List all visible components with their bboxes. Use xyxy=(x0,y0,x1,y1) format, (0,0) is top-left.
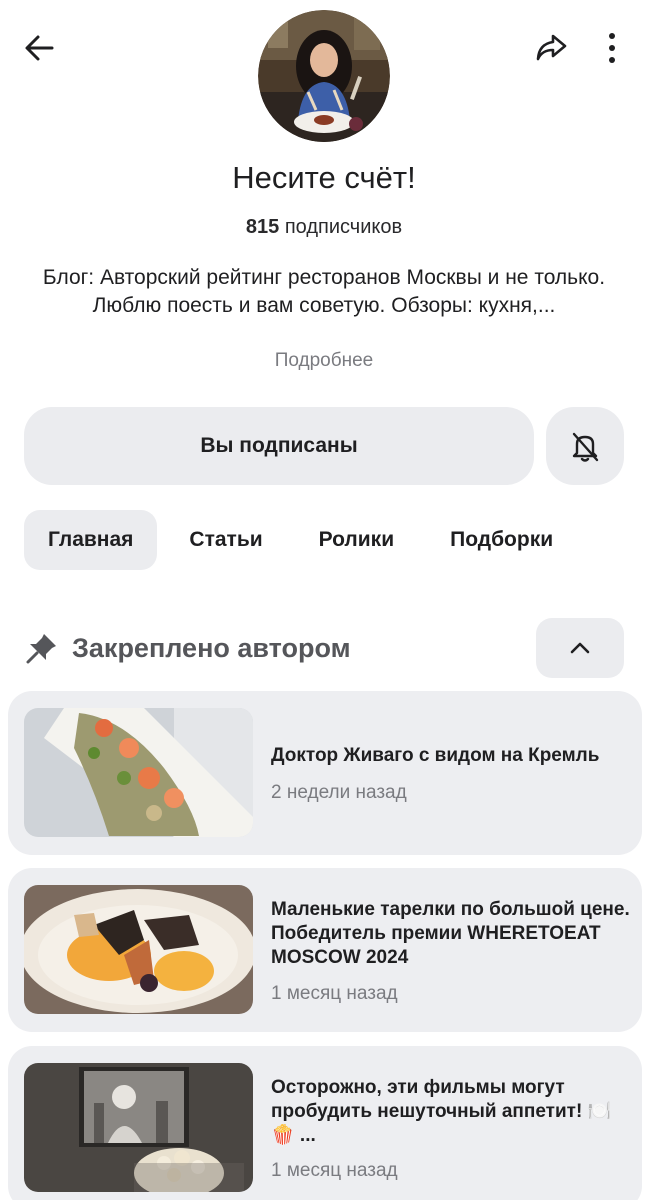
article-card[interactable]: Маленькие тарелки по большой цене. Побед… xyxy=(8,868,642,1032)
article-thumbnail xyxy=(24,1063,253,1192)
article-time: 2 недели назад xyxy=(271,782,407,803)
bell-off-icon xyxy=(572,432,599,462)
tab-collections[interactable]: Подборки xyxy=(426,510,577,570)
vertical-dots-icon xyxy=(609,33,615,63)
pin-icon xyxy=(24,630,60,666)
channel-tabs: Главная Статьи Ролики Подборки xyxy=(24,510,585,570)
subscribers-number: 815 xyxy=(245,216,280,238)
pinned-label: Закреплено автором xyxy=(72,632,351,663)
article-title: Маленькие тарелки по большой цене. Побед… xyxy=(271,899,630,968)
article-thumbnail xyxy=(24,885,253,1014)
article-card[interactable]: Доктор Живаго с видом на Кремль 2 недели… xyxy=(8,691,642,855)
article-thumbnail xyxy=(24,708,253,837)
collapse-pinned-button[interactable] xyxy=(536,618,624,678)
article-title: Осторожно, эти фильмы могут пробудить не… xyxy=(271,1077,612,1146)
article-time: 1 месяц назад xyxy=(271,983,398,1004)
share-button[interactable] xyxy=(528,26,574,70)
tab-main[interactable]: Главная xyxy=(24,510,158,570)
top-bar xyxy=(0,0,648,150)
chevron-up-icon xyxy=(570,642,590,654)
arrow-left-icon xyxy=(25,35,54,61)
article-title: Доктор Живаго с видом на Кремль xyxy=(271,745,600,766)
more-options-button[interactable] xyxy=(592,26,632,70)
channel-description: Блог: Авторский рейтинг ресторанов Москв… xyxy=(42,266,606,317)
share-arrow-icon xyxy=(536,34,567,61)
tab-videos[interactable]: Ролики xyxy=(295,510,418,570)
article-card[interactable]: Осторожно, эти фильмы могут пробудить не… xyxy=(8,1046,642,1200)
avatar[interactable] xyxy=(258,10,390,142)
notifications-button[interactable] xyxy=(546,407,624,485)
subscribers-label: подписчиков xyxy=(279,216,403,238)
channel-avatar-image xyxy=(258,10,390,142)
article-time: 1 месяц назад xyxy=(271,1160,398,1181)
back-button[interactable] xyxy=(18,26,62,70)
more-details-link[interactable]: Подробнее xyxy=(0,350,648,372)
pinned-section-header: Закреплено автором xyxy=(24,618,624,678)
subscribers-count: 815 подписчиков xyxy=(0,216,648,239)
subscribed-button[interactable]: Вы подписаны xyxy=(24,407,534,485)
tab-articles[interactable]: Статьи xyxy=(165,510,286,570)
channel-name: Несите счёт! xyxy=(232,160,416,195)
